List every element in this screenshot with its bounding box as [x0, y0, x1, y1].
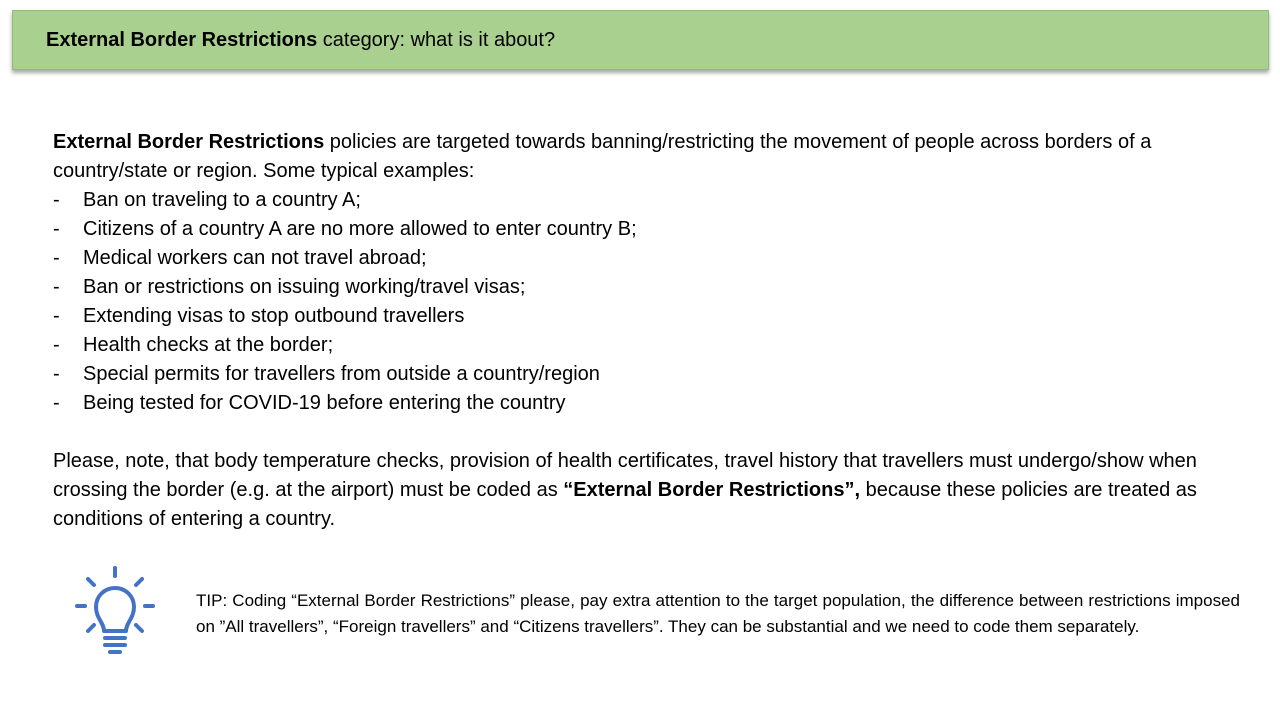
list-bullet: - [53, 334, 60, 356]
list-item-text: Ban or restrictions on issuing working/t… [83, 276, 526, 298]
slide-title-bold: External Border Restrictions [46, 28, 318, 51]
list-item: - Being tested for COVID-19 before enteri… [53, 389, 1243, 418]
examples-list: - Ban on traveling to a country A; - Citiz… [53, 186, 1243, 418]
list-item-text: Medical workers can not travel abroad; [83, 247, 427, 269]
lightbulb-icon [74, 566, 156, 656]
slide-title-rest: category: what is it about? [317, 28, 556, 51]
list-bullet: - [53, 392, 60, 414]
note-text-bold: “External Border Restrictions”, [563, 479, 861, 501]
list-item: - Ban on traveling to a country A; [53, 186, 1243, 215]
list-item: - Medical workers can not travel abroad; [53, 244, 1243, 273]
list-bullet: - [53, 276, 60, 298]
intro-paragraph: External Border Restrictions policies ar… [53, 128, 1243, 186]
list-item-text: Special permits for travellers from outs… [83, 363, 600, 385]
list-item: - Ban or restrictions on issuing working/… [53, 273, 1243, 302]
list-item-text: Extending visas to stop outbound travell… [83, 305, 465, 327]
list-item: - Special permits for travellers from out… [53, 360, 1243, 389]
list-bullet: - [53, 305, 60, 327]
list-bullet: - [53, 189, 60, 211]
list-item: - Citizens of a country A are no more all… [53, 215, 1243, 244]
list-item-text: Citizens of a country A are no more allo… [83, 218, 637, 240]
slide-title-bar: External Border Restrictions category: w… [12, 10, 1269, 70]
list-item-text: Health checks at the border; [83, 334, 334, 356]
list-item: - Extending visas to stop outbound travel… [53, 302, 1243, 331]
intro-lead-bold: External Border Restrictions [53, 131, 325, 153]
list-bullet: - [53, 218, 60, 240]
list-bullet: - [53, 247, 60, 269]
list-item-text: Ban on traveling to a country A; [83, 189, 361, 211]
note-paragraph: Please, note, that body temperature chec… [53, 447, 1243, 534]
tip-text: TIP: Coding “External Border Restriction… [196, 591, 1240, 636]
slide-title: External Border Restrictions category: w… [46, 29, 555, 52]
list-item-text: Being tested for COVID-19 before enterin… [83, 392, 566, 414]
slide-body: External Border Restrictions policies ar… [53, 128, 1243, 534]
list-bullet: - [53, 363, 60, 385]
list-item: - Health checks at the border; [53, 331, 1243, 360]
